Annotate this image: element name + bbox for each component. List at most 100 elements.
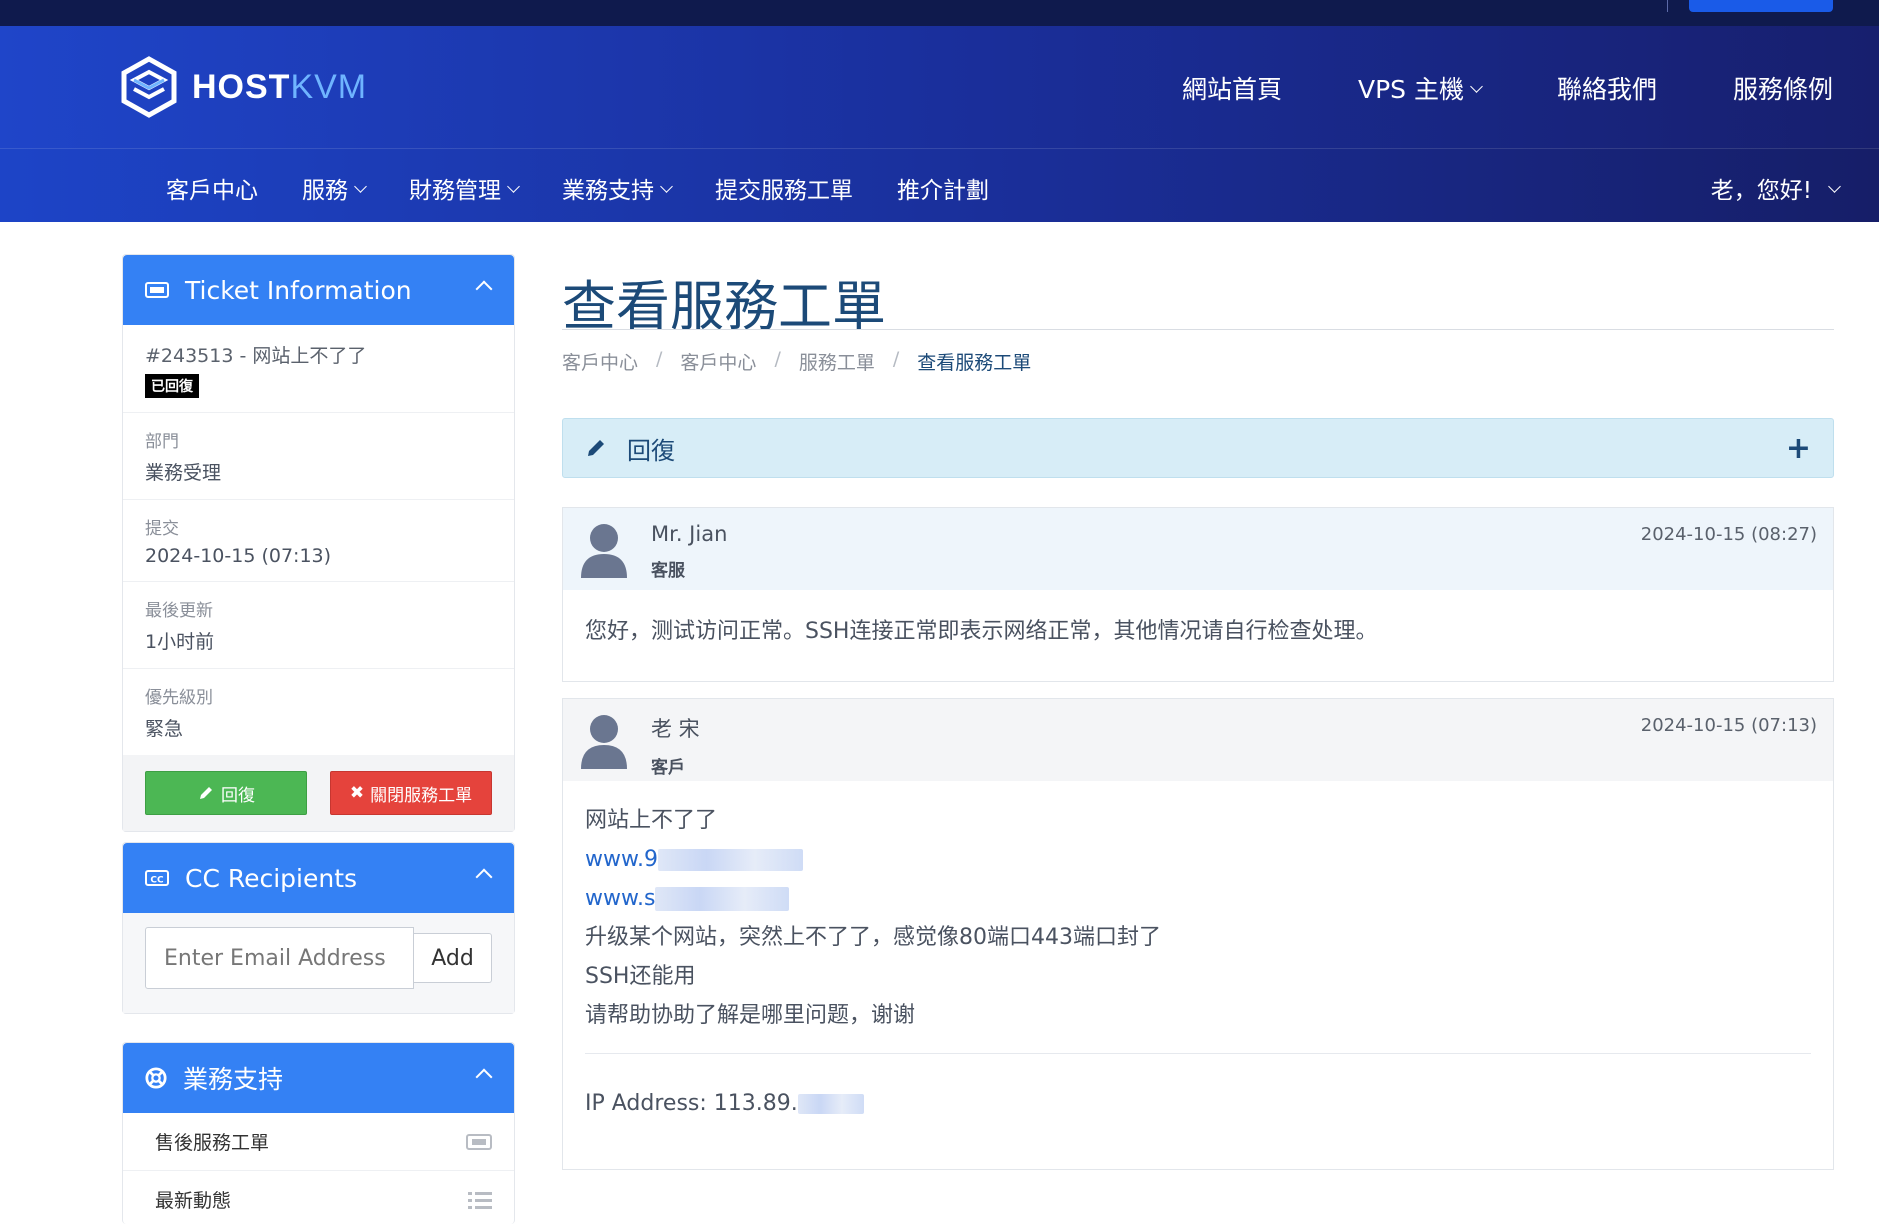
logo-kvm: KVM	[290, 67, 368, 106]
link-text: www.s	[585, 886, 656, 911]
last-updated-row: 最後更新 1小时前	[123, 582, 514, 669]
client-nav-services[interactable]: 服務	[302, 171, 367, 205]
user-menu[interactable]: 老，您好!	[1711, 171, 1841, 205]
submitted-row: 提交 2024-10-15 (07:13)	[123, 500, 514, 582]
message-line: 升级某个网站，突然上不了了，感觉像80端口443端口封了	[585, 925, 1161, 950]
site-header: HOSTKVM 網站首頁 VPS 主機 聯絡我們 服務條例	[0, 26, 1879, 148]
sidebar-item-label: 售後服務工單	[155, 1132, 270, 1154]
message-date: 2024-10-15 (08:27)	[1640, 524, 1817, 545]
breadcrumb-separator: /	[892, 348, 900, 370]
chevron-up-icon[interactable]	[475, 280, 493, 298]
redacted-text	[797, 1094, 864, 1114]
ticket-ref: #243513 - 网站上不了了	[145, 345, 367, 367]
user-avatar-icon	[581, 715, 627, 769]
breadcrumb-item[interactable]: 客戶中心	[562, 348, 638, 375]
chevron-up-icon[interactable]	[475, 868, 493, 886]
main-nav-terms[interactable]: 服務條例	[1733, 70, 1833, 106]
client-nav-affiliates[interactable]: 推介計劃	[897, 171, 989, 205]
last-updated-label: 最後更新	[145, 601, 213, 621]
redacted-text	[655, 887, 790, 911]
ip-address-line: IP Address: 113.89.	[585, 1084, 1811, 1123]
cc-icon: CC	[145, 870, 169, 886]
client-nav-label: 服務	[302, 178, 348, 204]
support-header[interactable]: 業務支持	[123, 1043, 514, 1113]
message-date: 2024-10-15 (07:13)	[1640, 715, 1817, 736]
reply-button[interactable]: 回復	[145, 771, 307, 815]
department-label: 部門	[145, 432, 179, 452]
main-nav-home[interactable]: 網站首頁	[1182, 70, 1282, 106]
message-link-2[interactable]: www.s	[585, 879, 1811, 918]
redacted-text	[657, 849, 803, 871]
message-author: 老 宋	[651, 717, 700, 741]
message-divider	[585, 1053, 1811, 1054]
close-ticket-label: 關閉服務工單	[370, 785, 473, 806]
cc-email-input[interactable]: Enter Email Address	[145, 927, 414, 989]
link-text: www.9	[585, 847, 658, 872]
client-nav-open-ticket[interactable]: 提交服務工單	[715, 171, 853, 205]
message-role: 客戶	[651, 758, 685, 778]
reply-button-label: 回復	[221, 785, 255, 806]
plus-icon[interactable]: +	[1786, 431, 1811, 466]
reply-toggle-bar[interactable]: 回復 +	[562, 418, 1834, 478]
priority-row: 優先級別 緊急	[123, 669, 514, 755]
user-avatar-icon	[581, 524, 627, 578]
ticket-info-header[interactable]: Ticket Information	[123, 255, 514, 325]
message-header: 老 宋 客戶 2024-10-15 (07:13)	[563, 699, 1833, 781]
message-author: Mr. Jian	[651, 522, 728, 546]
ticket-actions: 回復 ✖ 關閉服務工單	[123, 755, 514, 831]
top-strip-button[interactable]	[1689, 0, 1833, 12]
client-nav-home[interactable]: 客戶中心	[166, 171, 258, 205]
breadcrumb-current: 查看服務工單	[917, 352, 1032, 374]
breadcrumb-item[interactable]: 客戶中心	[680, 348, 756, 375]
title-divider	[562, 329, 1834, 330]
status-badge: 已回復	[145, 374, 199, 398]
top-strip	[0, 0, 1879, 26]
ticket-info-title: Ticket Information	[185, 275, 412, 305]
close-ticket-button[interactable]: ✖ 關閉服務工單	[330, 771, 492, 815]
client-nav-label: 業務支持	[562, 178, 654, 204]
message-header: Mr. Jian 客服 2024-10-15 (08:27)	[563, 508, 1833, 590]
ticket-icon	[466, 1133, 492, 1150]
main-nav-contact[interactable]: 聯絡我們	[1557, 70, 1657, 106]
cc-recipients-header[interactable]: CC CC Recipients	[123, 843, 514, 913]
logo-host: HOST	[192, 67, 291, 106]
sidebar-item-tickets[interactable]: 售後服務工單	[123, 1113, 514, 1171]
sidebar-item-news[interactable]: 最新動態	[123, 1171, 514, 1224]
list-icon	[468, 1191, 492, 1209]
breadcrumb-separator: /	[656, 348, 663, 370]
chevron-up-icon[interactable]	[475, 1068, 493, 1086]
breadcrumb-item[interactable]: 服務工單	[799, 348, 875, 375]
main-nav-label: 聯絡我們	[1556, 75, 1657, 104]
close-icon: ✖	[349, 783, 365, 803]
client-nav-label: 客戶中心	[166, 178, 258, 204]
main-nav-label: 網站首頁	[1181, 75, 1282, 104]
main-nav-label: 服務條例	[1732, 75, 1833, 104]
last-updated-value: 1小时前	[145, 631, 215, 653]
message-line: SSH还能用	[585, 964, 696, 989]
department-row: 部門 業務受理	[123, 413, 514, 500]
priority-value: 緊急	[145, 718, 184, 740]
client-nav-billing[interactable]: 財務管理	[409, 171, 520, 205]
message-role: 客服	[651, 561, 685, 581]
hostkvm-logo-icon	[121, 56, 177, 118]
chevron-down-icon	[354, 179, 367, 193]
ticket-info-panel: Ticket Information #243513 - 网站上不了了 已回復 …	[122, 254, 515, 832]
logo[interactable]: HOSTKVM	[120, 56, 367, 118]
ticket-message-client: 老 宋 客戶 2024-10-15 (07:13) 网站上不了了 www.9 w…	[562, 698, 1834, 1170]
main-nav: 網站首頁 VPS 主機 聯絡我們 服務條例	[1106, 70, 1833, 106]
department-value: 業務受理	[145, 462, 222, 484]
cc-add-button[interactable]: Add	[414, 933, 492, 983]
submitted-label: 提交	[145, 519, 179, 539]
breadcrumb-separator: /	[774, 348, 781, 370]
main-nav-label: VPS 主機	[1357, 75, 1464, 104]
ip-address: IP Address: 113.89.	[585, 1091, 798, 1116]
top-strip-divider	[1667, 0, 1668, 12]
chevron-down-icon	[660, 179, 673, 193]
support-panel: 業務支持 售後服務工單 最新動態	[122, 1042, 515, 1224]
ticket-message-staff: Mr. Jian 客服 2024-10-15 (08:27) 您好，测试访问正常…	[562, 507, 1834, 682]
main-nav-vps[interactable]: VPS 主機	[1357, 70, 1483, 106]
client-nav-support[interactable]: 業務支持	[562, 171, 673, 205]
message-link-1[interactable]: www.9	[585, 840, 1811, 879]
message-line: 网站上不了了	[585, 808, 718, 833]
logo-text: HOSTKVM	[192, 68, 367, 107]
